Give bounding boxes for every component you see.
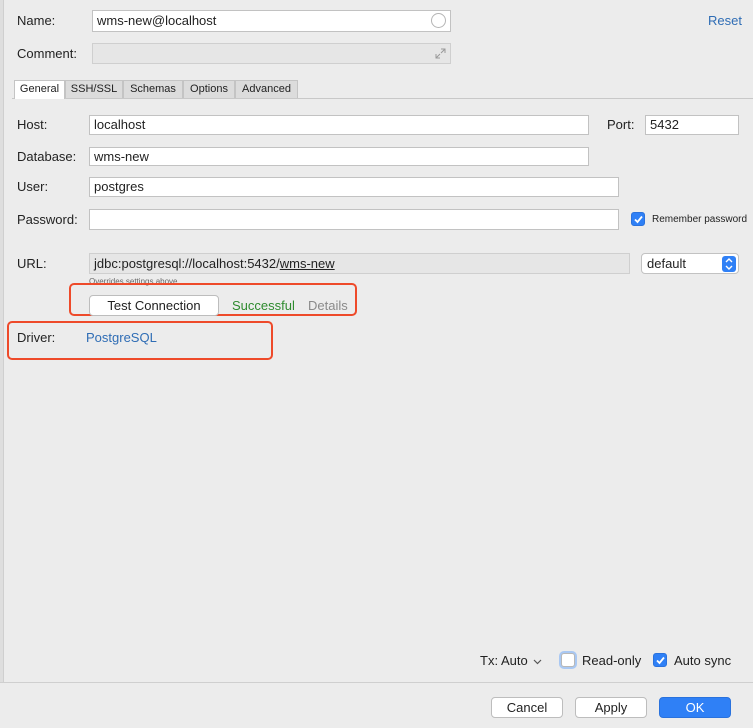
user-label: User: [17, 179, 49, 194]
password-input[interactable] [89, 209, 619, 230]
port-label: Port: [607, 117, 635, 132]
auto-sync-label: Auto sync [674, 653, 732, 668]
driver-link[interactable]: PostgreSQL [86, 329, 157, 347]
port-input[interactable]: 5432 [645, 115, 739, 135]
name-field[interactable]: wms-new@localhost [92, 10, 451, 32]
host-label: Host: [17, 117, 48, 132]
remember-password-label: Remember password [652, 214, 748, 225]
expand-icon[interactable] [435, 48, 446, 59]
window-left-edge [0, 0, 4, 682]
password-label: Password: [17, 212, 78, 227]
comment-field[interactable] [92, 43, 451, 64]
tx-mode-label: Tx: Auto [480, 653, 528, 668]
ok-button[interactable]: OK [659, 697, 731, 718]
details-link[interactable]: Details [308, 297, 348, 315]
tab-options[interactable]: Options [183, 80, 235, 98]
tab-advanced[interactable]: Advanced [235, 80, 298, 98]
tab-bar-divider [12, 98, 753, 99]
select-arrows-icon [722, 256, 736, 272]
checkmark-icon [634, 215, 643, 224]
name-label: Name: [17, 13, 56, 28]
chevron-down-icon [533, 659, 542, 664]
tab-general[interactable]: General [14, 80, 65, 99]
auto-sync-checkbox[interactable] [653, 653, 667, 667]
test-connection-button[interactable]: Test Connection [89, 295, 219, 316]
read-only-label: Read-only [582, 653, 642, 668]
color-circle-icon[interactable] [431, 13, 446, 28]
url-mode-value: default [647, 256, 687, 271]
driver-label: Driver: [17, 330, 56, 345]
url-database-link[interactable]: wms-new [280, 256, 335, 271]
url-label: URL: [17, 256, 47, 271]
read-only-checkbox[interactable] [561, 653, 575, 667]
apply-button[interactable]: Apply [575, 697, 647, 718]
test-status: Successful [232, 298, 295, 313]
comment-label: Comment: [17, 46, 77, 61]
database-label: Database: [17, 149, 77, 164]
tab-ssh-ssl[interactable]: SSH/SSL [65, 80, 123, 98]
url-prefix: jdbc:postgresql://localhost:5432/ [94, 256, 280, 271]
reset-link[interactable]: Reset [708, 12, 742, 30]
remember-password-checkbox[interactable] [631, 212, 645, 226]
host-input[interactable]: localhost [89, 115, 589, 135]
url-field[interactable]: jdbc:postgresql://localhost:5432/wms-new [89, 253, 630, 274]
name-value: wms-new@localhost [97, 13, 217, 28]
database-input[interactable]: wms-new [89, 147, 589, 166]
checkmark-icon [656, 656, 665, 665]
tab-schemas[interactable]: Schemas [123, 80, 183, 98]
user-input[interactable]: postgres [89, 177, 619, 197]
cancel-button[interactable]: Cancel [491, 697, 563, 718]
tx-mode-dropdown[interactable]: Tx: Auto [480, 652, 542, 670]
url-mode-select[interactable]: default [641, 253, 739, 274]
footer-divider [0, 682, 753, 683]
